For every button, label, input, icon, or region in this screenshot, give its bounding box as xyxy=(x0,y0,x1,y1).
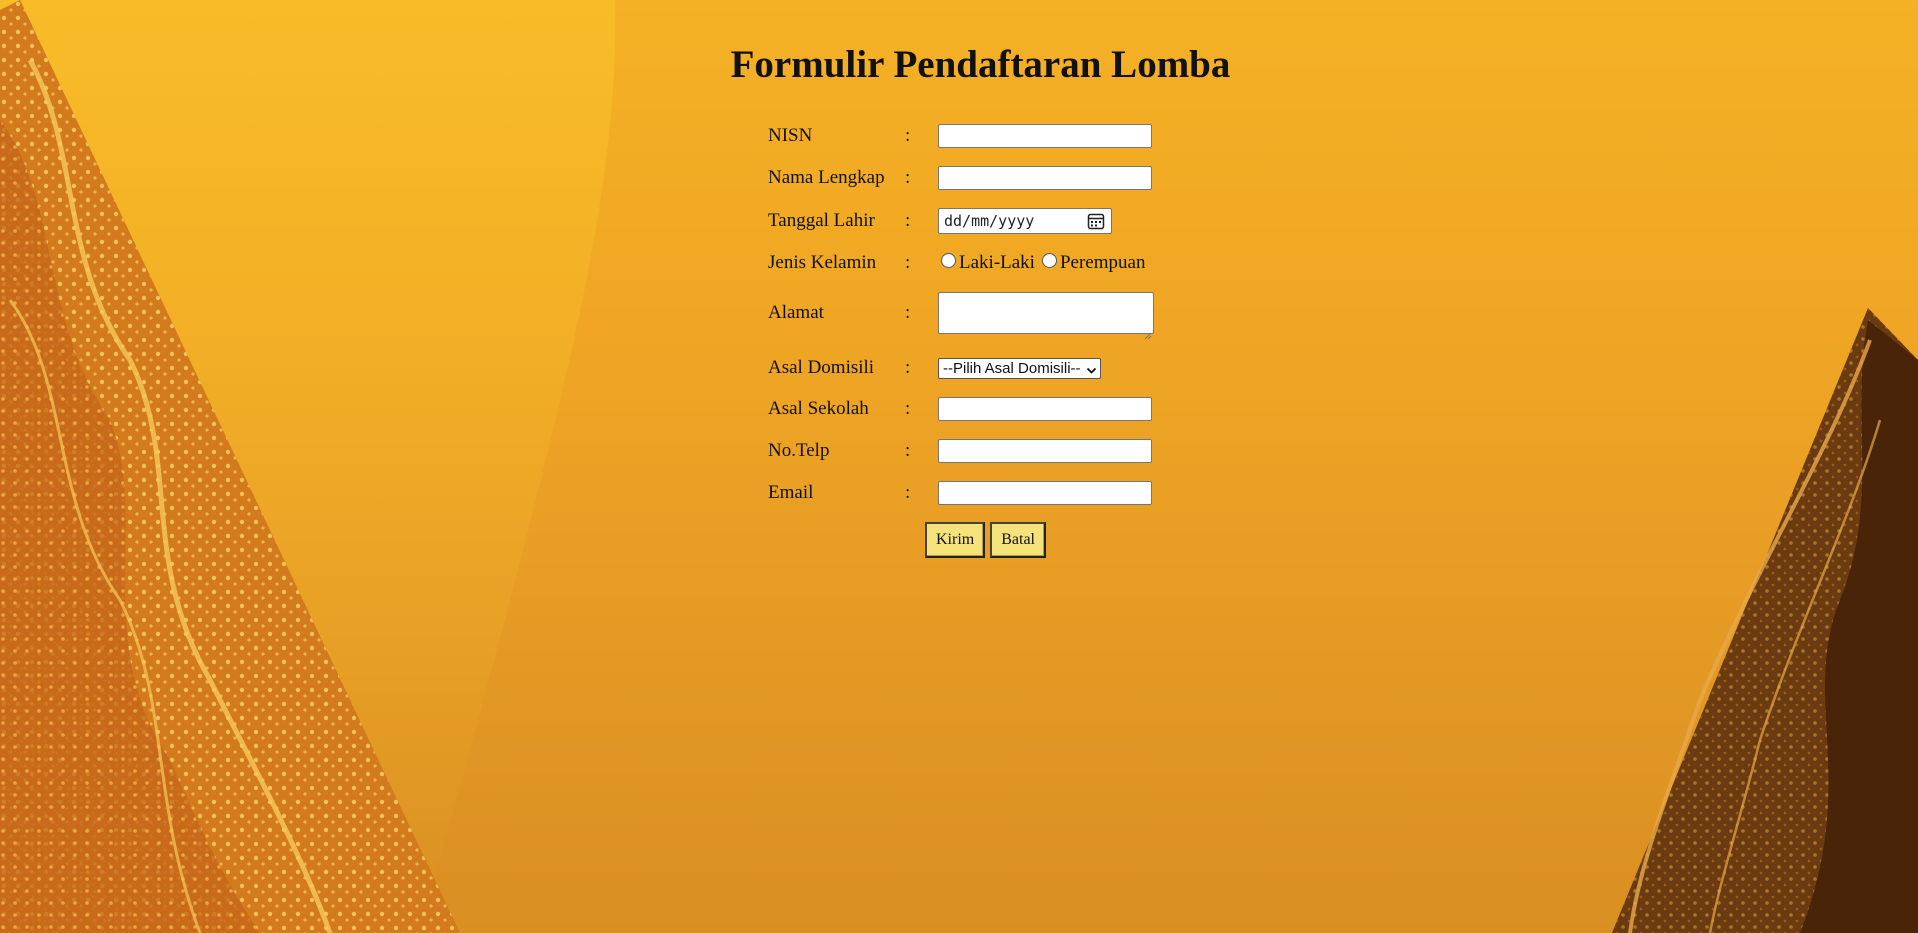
row-nama: Nama Lengkap : xyxy=(768,166,1152,190)
sekolah-input[interactable] xyxy=(938,397,1152,421)
row-gender: Jenis Kelamin : Laki-Laki Perempuan xyxy=(768,252,1149,274)
row-tanggal: Tanggal Lahir : dd/mm/yyyy xyxy=(768,208,1112,234)
separator: : xyxy=(905,440,911,461)
email-input[interactable] xyxy=(938,481,1152,505)
row-alamat: Alamat : xyxy=(768,292,1154,340)
date-placeholder: dd/mm/yyyy xyxy=(944,212,1035,230)
domisili-select[interactable]: --Pilih Asal Domisili-- xyxy=(938,357,1101,379)
domisili-selected-value: --Pilih Asal Domisili-- xyxy=(943,359,1081,377)
calendar-icon[interactable] xyxy=(1087,212,1105,230)
telp-input[interactable] xyxy=(938,439,1152,463)
separator: : xyxy=(905,125,911,146)
alamat-label: Alamat xyxy=(768,302,824,323)
gender-radio-laki[interactable] xyxy=(941,252,956,268)
row-nisn: NISN : xyxy=(768,124,1152,148)
row-domisili: Asal Domisili : --Pilih Asal Domisili-- xyxy=(768,357,1101,379)
tanggal-date-input[interactable]: dd/mm/yyyy xyxy=(938,208,1112,234)
row-telp: No.Telp : xyxy=(768,439,1152,463)
cancel-button[interactable]: Batal xyxy=(990,522,1046,558)
sekolah-label: Asal Sekolah xyxy=(768,398,869,419)
nama-input[interactable] xyxy=(938,166,1152,190)
submit-button[interactable]: Kirim xyxy=(925,522,986,558)
nama-label: Nama Lengkap xyxy=(768,167,885,188)
domisili-label: Asal Domisili xyxy=(768,357,875,378)
resize-grip-icon[interactable] xyxy=(1144,324,1152,340)
nisn-label: NISN xyxy=(768,125,813,146)
email-label: Email xyxy=(768,482,814,503)
telp-label: No.Telp xyxy=(768,440,830,461)
tanggal-label: Tanggal Lahir xyxy=(768,210,875,231)
gender-option-laki[interactable]: Laki-Laki xyxy=(959,252,1035,274)
nisn-input[interactable] xyxy=(938,124,1152,148)
page-title: Formulir Pendaftaran Lomba xyxy=(730,43,1231,86)
separator: : xyxy=(905,167,911,188)
gender-label: Jenis Kelamin xyxy=(768,252,877,273)
row-email: Email : xyxy=(768,481,1152,505)
separator: : xyxy=(905,357,911,378)
separator: : xyxy=(905,302,911,323)
separator: : xyxy=(905,482,911,503)
gender-radio-perempuan[interactable] xyxy=(1041,252,1057,268)
separator: : xyxy=(905,398,911,419)
form-actions: Kirim Batal xyxy=(925,522,1051,558)
separator: : xyxy=(905,252,911,273)
separator: : xyxy=(905,210,911,231)
alamat-textarea[interactable] xyxy=(938,292,1154,340)
gender-option-perempuan[interactable]: Perempuan xyxy=(1060,252,1145,274)
chevron-down-icon xyxy=(1086,363,1097,374)
row-sekolah: Asal Sekolah : xyxy=(768,397,1152,421)
